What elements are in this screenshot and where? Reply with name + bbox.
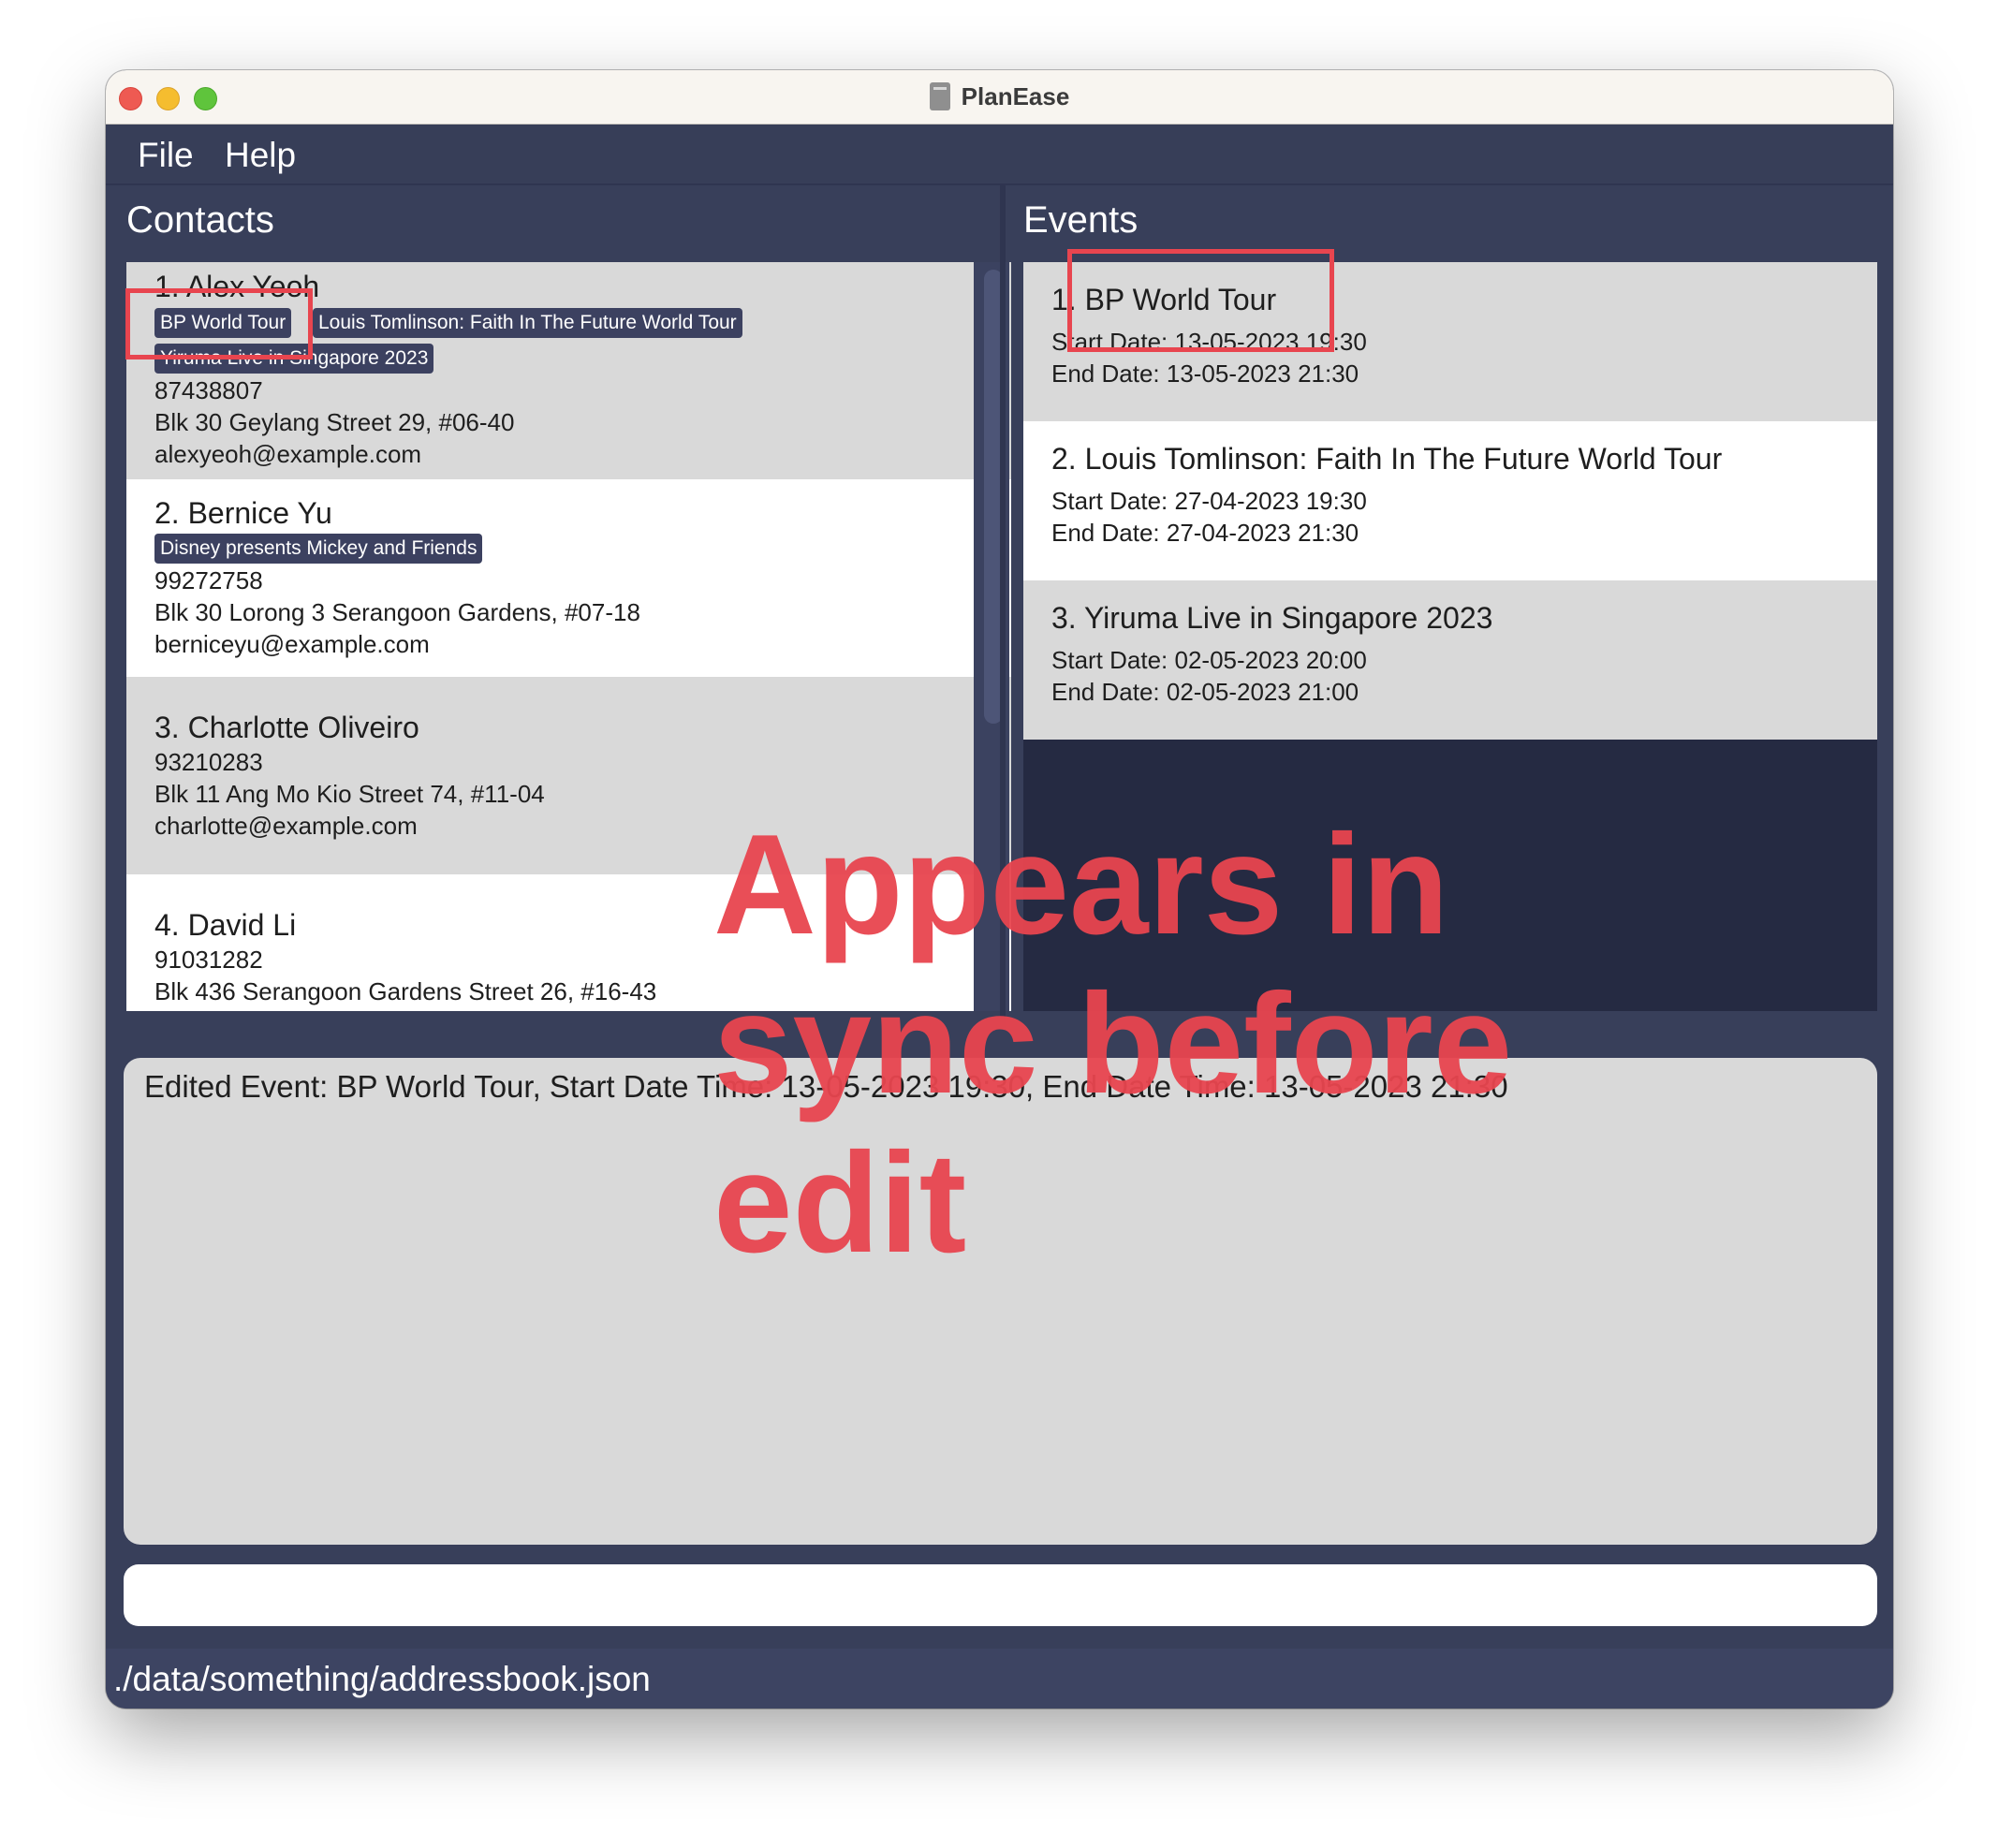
annotation-line: Appears in (713, 805, 1449, 964)
contact-name: 2. Bernice Yu (154, 496, 332, 530)
contact-phone: 93210283 (154, 748, 263, 776)
contact-address: Blk 436 Serangoon Gardens Street 26, #16… (154, 977, 657, 1005)
event-end-date: End Date: 13-05-2023 21:30 (1051, 359, 1359, 388)
status-bar: ./data/something/addressbook.json (106, 1649, 1893, 1709)
event-start-date: Start Date: 27-04-2023 19:30 (1051, 487, 1367, 515)
data-file-path: ./data/something/addressbook.json (113, 1660, 651, 1698)
contacts-title: Contacts (126, 199, 274, 241)
event-card[interactable]: 2. Louis Tomlinson: Faith In The Future … (1023, 421, 1877, 580)
event-start-date: Start Date: 02-05-2023 20:00 (1051, 646, 1367, 674)
annotation-line: edit (713, 1123, 967, 1283)
contact-phone: 91031282 (154, 946, 263, 974)
annotation-line: sync before (713, 964, 1513, 1123)
menu-help[interactable]: Help (225, 136, 296, 175)
tag-highlight-box (125, 288, 313, 359)
contact-email: charlotte@example.com (154, 812, 418, 840)
event-tag: Louis Tomlinson: Faith In The Future Wor… (313, 308, 742, 338)
notebook-icon (929, 82, 950, 110)
contact-address: Blk 30 Geylang Street 29, #06-40 (154, 408, 515, 436)
window-title-text: PlanEase (961, 82, 1070, 110)
contact-name: 3. Charlotte Oliveiro (154, 711, 419, 744)
events-title: Events (1023, 199, 1139, 241)
contact-phone: 87438807 (154, 376, 263, 404)
contact-email: alexyeoh@example.com (154, 440, 422, 468)
menu-bar: File Help (106, 125, 1893, 185)
window-title: PlanEase (106, 82, 1893, 111)
event-card[interactable]: 3. Yiruma Live in Singapore 2023 Start D… (1023, 580, 1877, 740)
annotation-text: Appears in sync before edit (713, 805, 1837, 1283)
contact-address: Blk 11 Ang Mo Kio Street 74, #11-04 (154, 780, 545, 808)
menu-file[interactable]: File (138, 136, 194, 175)
contact-name: 4. David Li (154, 908, 297, 942)
contact-phone: 99272758 (154, 566, 263, 594)
contact-email: berniceyu@example.com (154, 630, 430, 658)
event-end-date: End Date: 27-04-2023 21:30 (1051, 519, 1359, 547)
contact-address: Blk 30 Lorong 3 Serangoon Gardens, #07-1… (154, 598, 640, 626)
event-highlight-box (1067, 249, 1334, 352)
event-name: 2. Louis Tomlinson: Faith In The Future … (1051, 442, 1723, 476)
command-input[interactable] (124, 1564, 1877, 1626)
contact-card[interactable]: 2. Bernice Yu Disney presents Mickey and… (126, 479, 1011, 677)
title-bar: PlanEase (106, 70, 1893, 125)
event-name: 3. Yiruma Live in Singapore 2023 (1051, 601, 1493, 635)
event-end-date: End Date: 02-05-2023 21:00 (1051, 678, 1359, 706)
event-tag: Disney presents Mickey and Friends (154, 534, 483, 564)
